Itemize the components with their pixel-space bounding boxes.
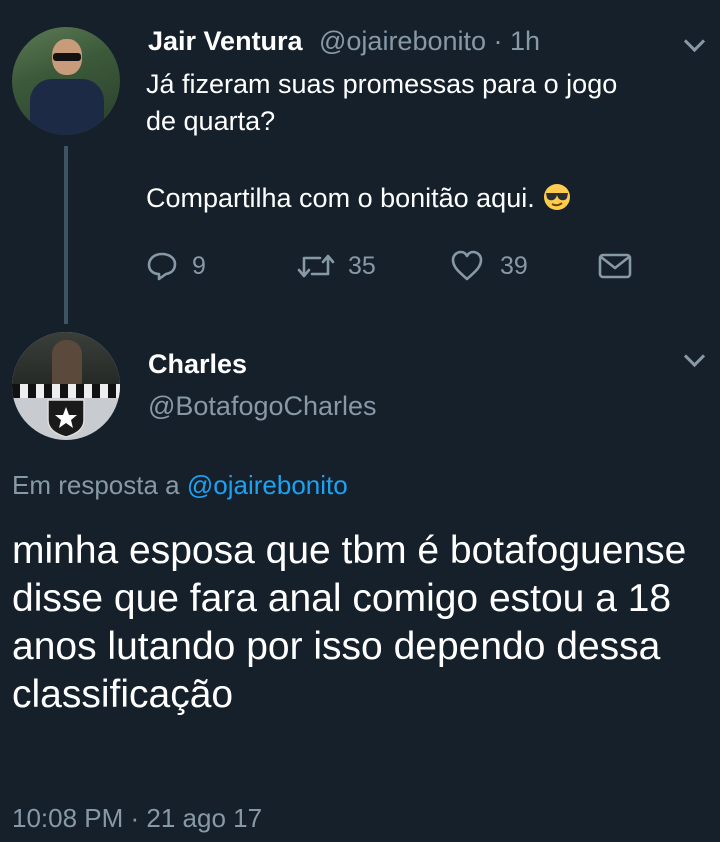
tweet1-text-line: Compartilha com o bonitão aqui. [146,183,535,213]
tweet2-handle[interactable]: @BotafogoCharles [148,391,377,422]
avatar-stripe [12,384,120,398]
like-button[interactable] [450,250,484,287]
tweet2-text: minha esposa que tbm é botafoguense diss… [12,529,687,716]
avatar-jair-ventura[interactable] [12,27,120,135]
avatar-body [30,79,104,135]
botafogo-shield-icon [47,399,85,438]
share-button[interactable] [598,252,632,285]
tweet1-text-line: Já fizeram suas promessas para o jogo [146,69,618,99]
avatar-sunglasses [53,53,81,61]
avatar-person [52,340,82,384]
retweet-icon [296,254,336,286]
tweet2-timestamp[interactable]: 10:08 PM · 21 ago 17 [12,803,262,834]
envelope-icon [598,253,632,284]
chevron-down-icon[interactable] [683,30,706,53]
thread-line [64,146,68,324]
retweet-button[interactable] [296,250,336,287]
reply-prefix: Em resposta a [12,470,180,500]
tweet2-author-name[interactable]: Charles [148,349,247,380]
tweet1-text: Já fizeram suas promessas para o jogo de… [146,66,706,221]
heart-icon [450,250,484,286]
reply-button[interactable] [146,250,178,287]
retweet-count: 35 [348,252,376,280]
avatar-charles[interactable] [12,332,120,440]
reply-count: 9 [192,252,206,280]
tweet1-author-name[interactable]: Jair Ventura [148,26,303,57]
reply-icon [146,252,178,286]
chevron-down-icon[interactable] [683,345,706,368]
like-count: 39 [500,252,528,280]
reply-context: Em resposta a @ojairebonito [12,470,348,501]
tweet1-handle-time[interactable]: @ojairebonito · 1h [319,26,540,57]
sunglasses-emoji-icon [543,183,571,221]
tweet1-text-line: de quarta? [146,106,276,136]
reply-mention-link[interactable]: @ojairebonito [187,470,348,500]
